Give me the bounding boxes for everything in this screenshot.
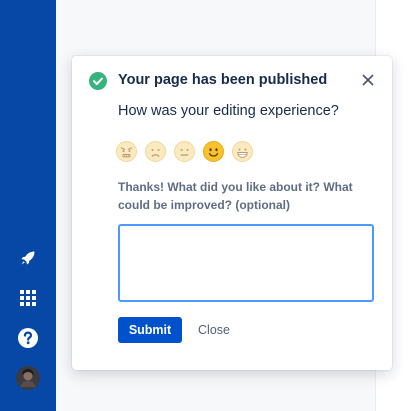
sad-face-icon[interactable]	[144, 140, 167, 163]
close-icon[interactable]	[359, 71, 377, 89]
experience-question: How was your editing experience?	[118, 103, 339, 119]
help-icon[interactable]	[12, 324, 44, 352]
neutral-face-icon[interactable]	[173, 140, 196, 163]
grinning-face-icon[interactable]	[231, 140, 254, 163]
close-button[interactable]: Close	[188, 317, 240, 343]
feedback-textarea[interactable]	[118, 224, 374, 302]
global-sidebar	[0, 0, 56, 411]
success-check-icon	[89, 72, 107, 90]
submit-button[interactable]: Submit	[118, 317, 182, 343]
feedback-prompt: Thanks! What did you like about it? What…	[118, 180, 353, 212]
dialog-title: Your page has been published	[118, 72, 328, 88]
rocket-icon[interactable]	[12, 244, 44, 272]
angry-face-icon[interactable]	[115, 140, 138, 163]
rating-emoji-row	[115, 140, 254, 163]
app-switcher-icon[interactable]	[12, 284, 44, 312]
publish-feedback-dialog: Your page has been published How was you…	[72, 56, 392, 370]
smiling-face-icon[interactable]	[202, 140, 225, 163]
avatar[interactable]	[12, 364, 44, 392]
